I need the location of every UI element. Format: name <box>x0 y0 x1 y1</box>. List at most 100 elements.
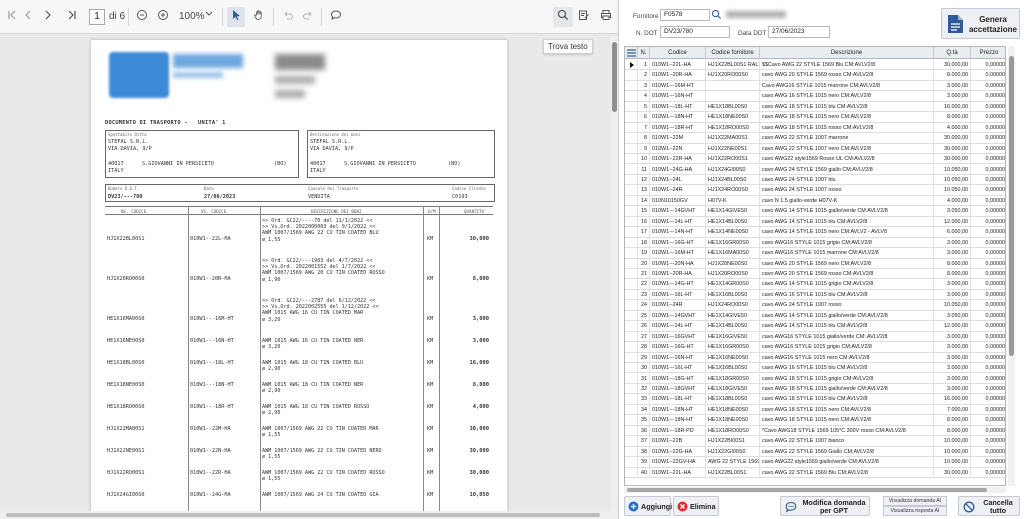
cell-description[interactable]: cavo AWG 20 STYLE 1569 rosso CM:AVLV2/8 <box>760 269 934 280</box>
row-selector[interactable] <box>625 122 638 134</box>
cell-supplier-code[interactable]: HE1X18BL00S0 <box>706 101 760 113</box>
row-selector[interactable] <box>625 154 638 165</box>
row-selector[interactable] <box>625 446 638 458</box>
cell-description[interactable]: cavo AWG22 style1569 Rosso UL CM:AVLV2/8 <box>760 154 934 165</box>
cell-supplier-code[interactable]: HE1X16GR00S0 <box>706 342 760 353</box>
cell-supplier-code[interactable] <box>706 91 760 102</box>
cell-supplier-code[interactable]: HJ1X22RO00S1 <box>706 154 760 165</box>
grid-row[interactable]: 35 010W1---18N-HT HE1X18NE00S0 cavo AWG 18 … <box>625 415 1005 426</box>
cell-supplier-code[interactable]: HE1X14GR00S0 <box>706 279 760 290</box>
zoom-level[interactable]: 100% <box>179 9 205 25</box>
cell-code[interactable]: 010W1--24R <box>650 300 706 311</box>
cell-row-number[interactable]: 34 <box>638 404 650 416</box>
cell-description[interactable]: cavo AWG 18 STYLE 1015 giallo/verde CM:A… <box>760 383 934 395</box>
scroll-thumb[interactable] <box>6 513 600 517</box>
cell-price[interactable]: 0,00000 <box>971 144 1006 154</box>
cell-supplier-code[interactable]: HJ1X22BL00S1 <box>706 467 760 478</box>
row-selector[interactable] <box>625 185 638 196</box>
cell-supplier-code[interactable]: HJ1X24BL00S0 <box>706 174 760 186</box>
cell-supplier-code[interactable]: HJ1X22BI00S1 <box>706 436 760 447</box>
cell-code[interactable]: 010W1---14L-HT <box>650 321 706 332</box>
row-selector[interactable] <box>625 289 638 301</box>
cell-supplier-code[interactable]: HJ1X24RO00S0 <box>706 185 760 196</box>
cell-quantity[interactable]: 3.000,00 <box>934 279 971 290</box>
cell-code[interactable]: 010W1---16G-HT <box>650 237 706 249</box>
cell-quantity[interactable]: 12.000,00 <box>934 216 971 228</box>
cell-price[interactable]: 0,00000 <box>971 102 1006 112</box>
row-selector[interactable] <box>625 164 638 175</box>
cell-quantity[interactable]: 3.000,00 <box>934 248 971 259</box>
row-selector[interactable] <box>625 248 638 259</box>
cell-price[interactable]: 0,00000 <box>971 447 1006 457</box>
cell-supplier-code[interactable]: HJ1X24RO00S0 <box>706 300 760 311</box>
cell-description[interactable]: cavo AWG 22 STYLE 1007 marrone <box>760 133 934 144</box>
row-selector[interactable] <box>625 457 638 468</box>
cell-quantity[interactable]: 10.050,00 <box>934 164 971 175</box>
cell-quantity[interactable]: 3.000,00 <box>934 363 971 374</box>
row-selector[interactable] <box>625 80 638 92</box>
cell-code[interactable]: 010W1---14GVHT <box>650 310 706 322</box>
ddt-date-input[interactable]: 27/06/2023 <box>768 26 830 38</box>
grid-row[interactable]: 39 010W1--22GV-HA AWG 22 STYLE 1569 cavo AW… <box>625 457 1006 468</box>
cell-supplier-code[interactable]: HE1X16GR00S0 <box>706 237 760 249</box>
cell-quantity[interactable]: 30.000,00 <box>934 467 971 478</box>
cell-row-number[interactable]: 4 <box>638 91 650 102</box>
cell-supplier-code[interactable]: HE1X14BL00S0 <box>706 216 760 228</box>
cell-code[interactable]: 010W1--20R-HA <box>650 269 706 280</box>
column-header-supplier-code[interactable]: Codice fornitore <box>706 47 760 59</box>
cell-row-number[interactable]: 11 <box>638 164 650 175</box>
cell-price[interactable]: 0,00000 <box>971 196 1006 206</box>
row-selector[interactable] <box>625 383 638 395</box>
cell-supplier-code[interactable]: AWG 22 STYLE 1569 <box>706 457 760 468</box>
cell-supplier-code[interactable]: HJ1X22GI00S0 <box>706 446 760 458</box>
zoom-out-icon[interactable] <box>134 7 150 27</box>
cell-price[interactable]: 0,00000 <box>971 238 1006 248</box>
cell-code[interactable]: 010W1---16GVHT <box>650 331 706 343</box>
scroll-thumb[interactable] <box>627 488 987 492</box>
cell-quantity[interactable]: 8.000,00 <box>934 415 971 426</box>
cell-supplier-code[interactable]: H07V-K <box>706 195 760 207</box>
cell-price[interactable]: 0,00000 <box>971 457 1006 467</box>
cell-description[interactable]: cavo AWG 14 STYLE 1015 grigio CM:AVLV2/8 <box>760 279 934 290</box>
cell-quantity[interactable]: 10.050,00 <box>934 174 971 186</box>
grid-row[interactable]: 10 010W1--22R-HA HJ1X22RO00S1 cavo AWG22 st… <box>625 154 1005 165</box>
row-selector[interactable] <box>625 373 638 384</box>
cell-row-number[interactable]: 19 <box>638 248 650 259</box>
cell-price[interactable]: 0,00000 <box>971 311 1006 321</box>
cell-price[interactable]: 0,00000 <box>971 60 1006 70</box>
cell-row-number[interactable]: 26 <box>638 321 650 332</box>
cell-price[interactable]: 0,00000 <box>971 300 1006 310</box>
cell-price[interactable]: 0,00000 <box>971 426 1006 436</box>
chevron-down-icon[interactable] <box>203 7 215 27</box>
cell-code[interactable]: 010W1--22GV-HA <box>650 457 706 468</box>
add-button[interactable]: Aggiungi <box>624 496 672 516</box>
row-selector[interactable] <box>625 216 638 228</box>
cell-price[interactable]: 0,00000 <box>971 436 1006 446</box>
cell-description[interactable]: cavo AWG 18 STYLE 1015 blu CM:AVLV2/8 <box>760 101 934 113</box>
row-selector[interactable] <box>625 174 638 186</box>
cell-quantity[interactable]: 10.000,00 <box>934 457 971 468</box>
cell-code[interactable]: 010W1---18R-PD <box>650 425 706 437</box>
cell-price[interactable]: 0,00000 <box>971 123 1006 133</box>
row-selector[interactable] <box>625 112 638 123</box>
cell-description[interactable]: cavo AWG22 style1569 giallo/verde CM:AVL… <box>760 457 934 468</box>
row-selector[interactable] <box>625 279 638 290</box>
cell-price[interactable]: 0,00000 <box>971 70 1006 80</box>
cell-description[interactable]: cavo AWG 16 STYLE 1015 blu CM:AVLV2/8 <box>760 289 934 301</box>
cell-price[interactable]: 0,00000 <box>971 394 1006 404</box>
grid-row[interactable]: 25 010W1---14GVHT HE1X14GIVE50 cavo AWG 14 … <box>625 310 1006 322</box>
cell-description[interactable]: cavo AWG 24 STYLE 1007 rosso <box>760 185 934 196</box>
grid-row[interactable]: 13 010W1--24R HJ1X24RO00S0 cavo AWG 24 STYL… <box>625 185 1005 196</box>
cell-description[interactable]: cavo AWG 24 STYLE 1007 blu <box>760 174 934 186</box>
row-selector[interactable] <box>625 415 638 426</box>
grid-row[interactable]: 18 010W1---16G-HT HE1X16GR00S0 cavo AWG16 S… <box>625 237 1006 249</box>
view-ai-answer-button[interactable]: Visualizza risposta AI <box>883 506 947 516</box>
cell-price[interactable]: 0,00000 <box>971 269 1006 279</box>
page-number-input[interactable]: 1 <box>89 9 105 25</box>
grid-row[interactable]: 31 010W1---18G-HT HE1X18GR00S0 cavo AWG 18 … <box>625 373 1005 384</box>
cell-description[interactable]: cavo AWG16 STYLE 1015 marrone CM:AVLV2/8 <box>760 248 934 259</box>
cell-quantity[interactable]: 16.000,00 <box>934 394 971 405</box>
cell-price[interactable]: 0,00000 <box>971 363 1006 373</box>
cell-quantity[interactable]: 8.000,00 <box>934 70 971 81</box>
cell-description[interactable]: cavo AWG16 STYLE 1015 giallo/verde CM: A… <box>760 331 934 343</box>
